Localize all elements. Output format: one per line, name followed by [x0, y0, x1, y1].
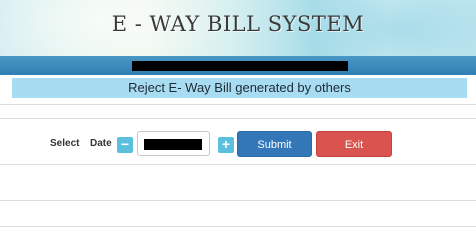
- divider: [0, 164, 476, 165]
- redacted-user-info: [132, 61, 348, 71]
- date-increment-button[interactable]: +: [218, 137, 234, 153]
- date-decrement-button[interactable]: −: [117, 137, 133, 153]
- date-input[interactable]: [137, 131, 210, 156]
- select-label: Select: [50, 138, 80, 149]
- divider: [0, 104, 476, 105]
- divider: [0, 200, 476, 201]
- submit-button[interactable]: Submit: [237, 131, 312, 157]
- date-label: Date: [90, 138, 112, 149]
- app-header: E - WAY BILL SYSTEM: [0, 0, 476, 56]
- redacted-date-value: [144, 139, 202, 150]
- divider: [0, 226, 476, 227]
- divider: [0, 118, 476, 119]
- exit-button[interactable]: Exit: [316, 131, 392, 157]
- app-title: E - WAY BILL SYSTEM: [111, 12, 365, 36]
- page-heading: Reject E- Way Bill generated by others: [12, 78, 467, 98]
